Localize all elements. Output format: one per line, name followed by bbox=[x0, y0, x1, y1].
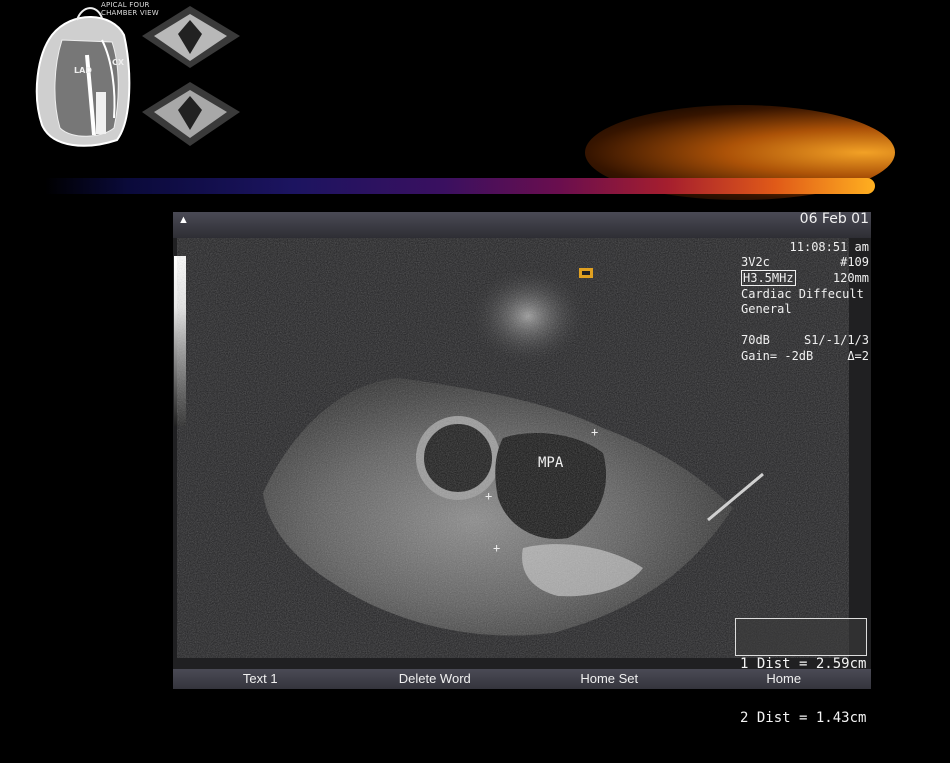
svg-text:+: + bbox=[493, 541, 500, 555]
label-lad: LAD bbox=[74, 66, 92, 75]
frequency-value: H3.5MHz bbox=[741, 270, 796, 286]
softkey-home-set[interactable]: Home Set bbox=[522, 669, 697, 689]
frequency: H3.5MHz bbox=[741, 270, 796, 286]
probe-orientation-icon: ▲ bbox=[178, 214, 189, 226]
svg-text:+: + bbox=[591, 425, 598, 439]
dynamic-range: 70dB bbox=[741, 333, 770, 347]
measurement-2: 2 Dist = 1.43cm bbox=[740, 710, 867, 726]
label-cx: CX bbox=[112, 58, 125, 67]
scan-date: 06 Feb 01 bbox=[799, 211, 869, 227]
preset-1: Cardiac Diffecult bbox=[741, 287, 864, 301]
softkey-home[interactable]: Home bbox=[697, 669, 872, 689]
svg-text:+: + bbox=[485, 489, 492, 503]
caption-line-2: CHAMBER VIEW bbox=[101, 9, 159, 17]
figure-caption: APICAL FOUR CHAMBER VIEW bbox=[101, 1, 159, 17]
scan-settings: S1/-1/1/3 bbox=[803, 333, 869, 347]
scan-time: 11:08:51 am bbox=[789, 240, 869, 254]
probe-name: 3V2c bbox=[741, 255, 770, 269]
comet-bar bbox=[45, 178, 875, 194]
softkey-text-1[interactable]: Text 1 bbox=[173, 669, 348, 689]
mpa-label: MPA bbox=[538, 455, 564, 471]
scan-id: #109 bbox=[840, 255, 869, 269]
heart-illustration bbox=[35, 6, 240, 147]
softkey-bar: Text 1 Delete Word Home Set Home bbox=[173, 669, 871, 689]
top-strip: ▲ 06 Feb 01 bbox=[173, 211, 871, 238]
measurement-box: 1 Dist = 2.59cm 2 Dist = 1.43cm bbox=[735, 618, 867, 726]
ultrasound-screen: ▲ 06 Feb 01 + + + MPA 11:08:51 am 3V2c #… bbox=[173, 211, 871, 726]
depth: 120mm bbox=[832, 271, 869, 285]
softkey-delete-word[interactable]: Delete Word bbox=[348, 669, 523, 689]
caption-line-1: APICAL FOUR bbox=[101, 1, 150, 9]
delta: Δ=2 bbox=[847, 349, 869, 363]
anatomy-figure: APICAL FOUR CHAMBER VIEW LAD CX bbox=[32, 0, 244, 155]
echo-image: + + + bbox=[233, 238, 793, 658]
gain: Gain= -2dB bbox=[741, 349, 814, 363]
preset-2: General bbox=[741, 302, 792, 316]
